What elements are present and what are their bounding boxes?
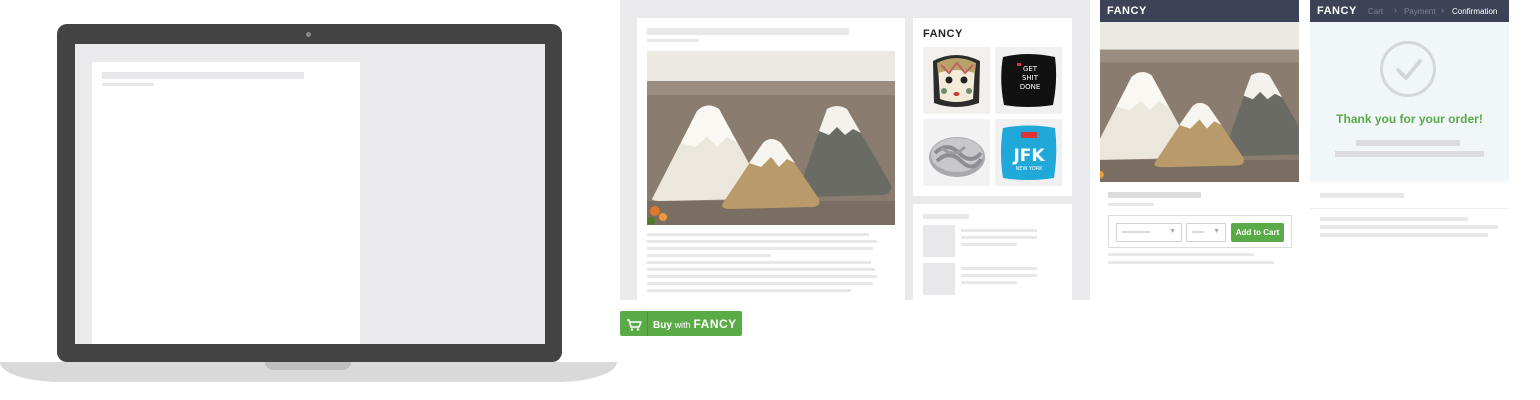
placeholder-subtitle-line <box>647 39 699 42</box>
placeholder-subtitle-line <box>102 83 154 86</box>
with-label: with <box>674 320 691 330</box>
step-cart[interactable]: Cart <box>1368 7 1383 16</box>
step-separator-icon: › <box>1441 5 1444 15</box>
placeholder-text-line <box>961 243 1017 246</box>
placeholder-text-line <box>647 261 871 264</box>
svg-text:DONE: DONE <box>1020 83 1041 91</box>
placeholder-text-line <box>647 240 877 243</box>
related-widget <box>913 204 1072 300</box>
chevron-down-icon: ▼ <box>1213 228 1220 235</box>
placeholder-text-line <box>1108 261 1274 264</box>
mountain-pillows-photo[interactable] <box>647 51 895 225</box>
checkmark-icon <box>1380 41 1436 97</box>
divider <box>1310 208 1509 209</box>
brand-logo: FANCY <box>1107 5 1147 17</box>
placeholder-text-line <box>647 247 873 250</box>
placeholder-title-line <box>1108 192 1201 198</box>
placeholder-text-line <box>647 233 869 236</box>
placeholder-subtitle-line <box>1108 203 1154 206</box>
quantity-select[interactable]: ▼ <box>1186 223 1226 242</box>
step-confirmation[interactable]: Confirmation <box>1452 7 1497 16</box>
step-separator-icon: › <box>1394 5 1397 15</box>
camera-icon <box>306 32 311 37</box>
placeholder-text-line <box>961 267 1037 270</box>
checkout-header: FANCY Cart › Payment › Confirmation <box>1310 0 1509 22</box>
option-select[interactable]: ▼ <box>1116 223 1182 242</box>
chevron-down-icon: ▼ <box>1169 228 1176 235</box>
fancy-widget: FANCY GET SHIT DONE JFK NEW YORK <box>913 18 1072 196</box>
svg-text:JFK: JFK <box>1012 146 1045 166</box>
placeholder-text-line <box>1108 253 1254 256</box>
placeholder-text-line <box>1320 225 1498 229</box>
product-thumbnail[interactable]: JFK NEW YORK <box>995 119 1062 186</box>
product-thumbnail[interactable] <box>923 47 990 114</box>
laptop-page-placeholder <box>92 62 360 344</box>
placeholder-text-line <box>1356 140 1460 146</box>
placeholder-title-line <box>102 72 304 79</box>
svg-text:NEW YORK: NEW YORK <box>1016 166 1044 172</box>
geisha-pillow-icon <box>923 47 990 114</box>
thank-you-message: Thank you for your order! <box>1336 112 1483 126</box>
svg-text:GET: GET <box>1023 65 1038 73</box>
brand-logo: FANCY <box>1317 5 1357 17</box>
placeholder-thumbnail <box>923 225 955 257</box>
widget-title: FANCY <box>923 28 963 40</box>
buy-with-fancy-button[interactable]: Buy with FANCY <box>620 311 742 336</box>
placeholder-text-line <box>647 289 851 292</box>
placeholder-text-line <box>647 268 875 271</box>
knot-pillow-icon <box>923 119 990 186</box>
placeholder-text-line <box>647 254 771 257</box>
buy-label: Buy <box>653 320 672 331</box>
placeholder-text-line <box>1335 151 1484 157</box>
product-thumbnail[interactable] <box>923 119 990 186</box>
article-column <box>637 18 905 300</box>
placeholder-text-line <box>647 282 873 285</box>
placeholder-text-line <box>1320 233 1488 237</box>
product-card-header: FANCY <box>1100 0 1299 22</box>
jfk-pillow-icon: JFK NEW YORK <box>995 119 1062 186</box>
add-to-cart-button[interactable]: Add to Cart <box>1231 223 1284 242</box>
svg-text:SHIT: SHIT <box>1022 74 1039 82</box>
cart-icon <box>627 319 642 331</box>
product-thumbnail[interactable]: GET SHIT DONE <box>995 47 1062 114</box>
placeholder-text-line <box>961 281 1017 284</box>
brand-label: FANCY <box>693 317 737 331</box>
step-payment[interactable]: Payment <box>1404 7 1436 16</box>
placeholder-heading-line <box>923 214 969 219</box>
mountain-pillows-photo[interactable] <box>1100 22 1299 182</box>
placeholder-text-line <box>961 274 1037 277</box>
placeholder-title-line <box>647 28 849 35</box>
purchase-form: ▼ ▼ Add to Cart <box>1108 215 1292 248</box>
placeholder-thumbnail <box>923 263 955 295</box>
placeholder-text-line <box>961 229 1037 232</box>
placeholder-text-line <box>961 236 1037 239</box>
placeholder-text-line <box>1320 217 1468 221</box>
placeholder-heading-line <box>1320 193 1404 198</box>
placeholder-text-line <box>647 275 877 278</box>
get-shit-done-pillow-icon: GET SHIT DONE <box>995 47 1062 114</box>
laptop-notch <box>265 362 351 370</box>
